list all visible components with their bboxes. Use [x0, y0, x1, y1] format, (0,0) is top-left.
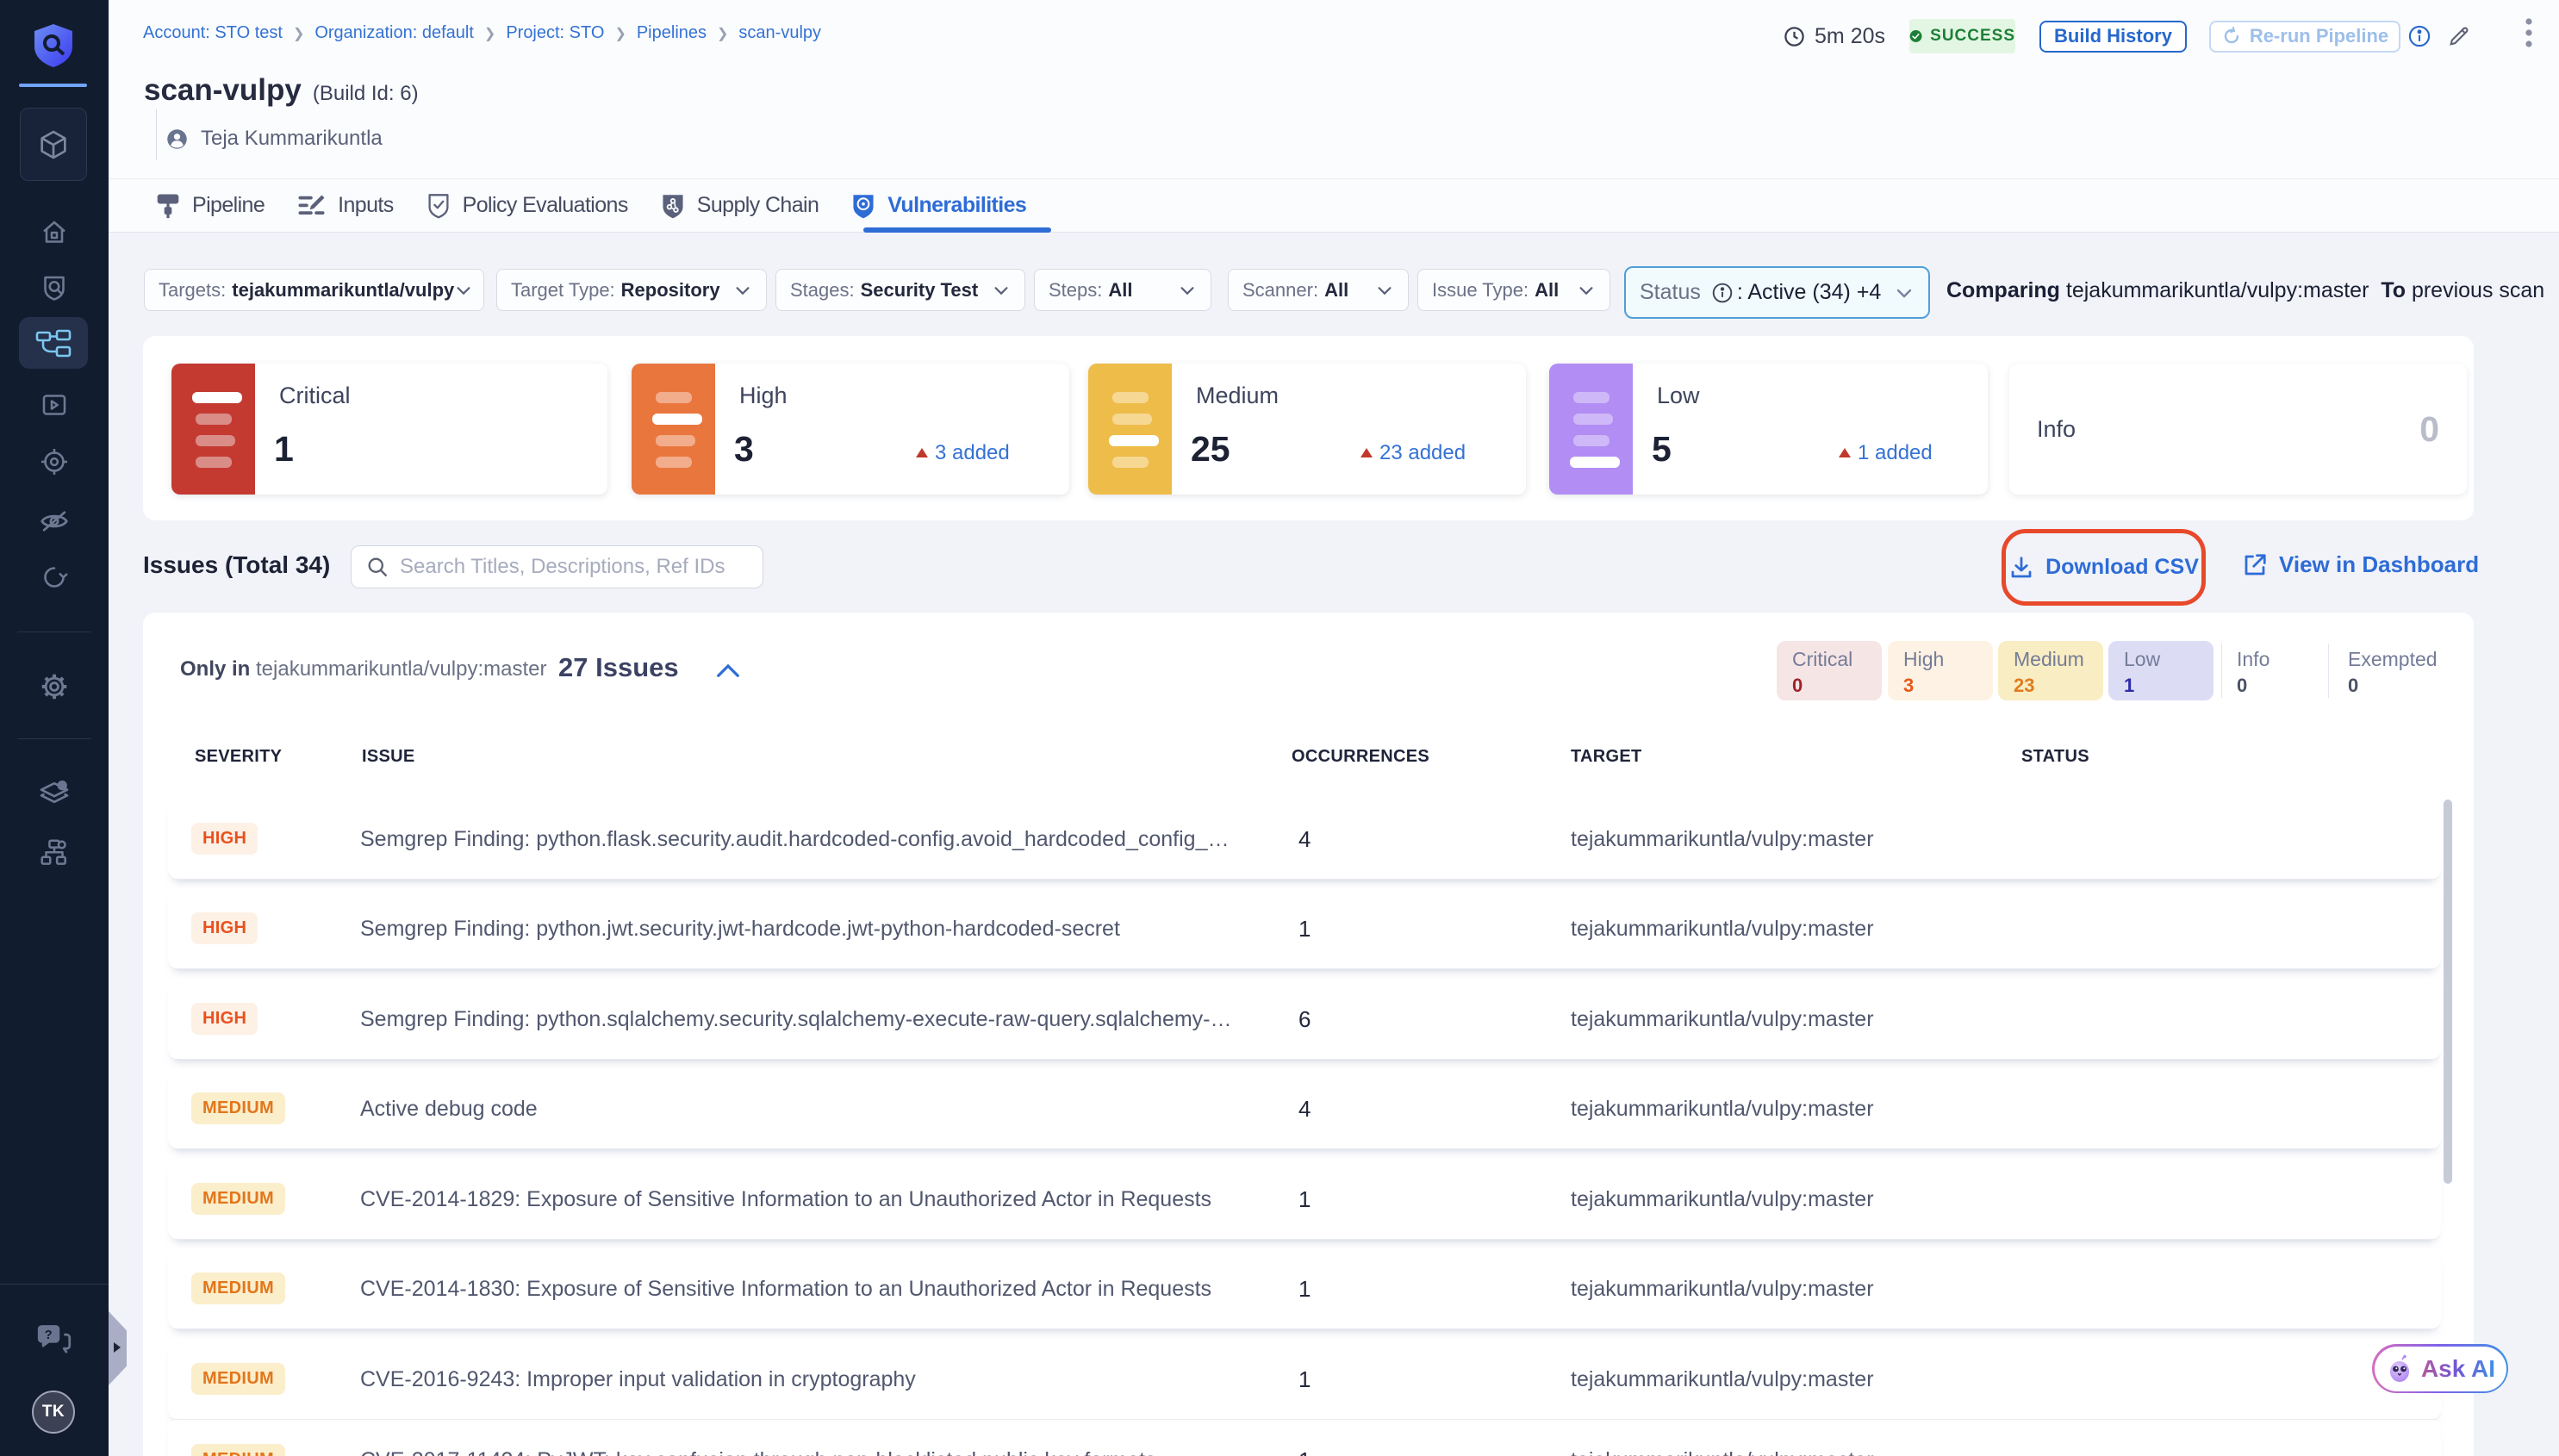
svg-text:?: ? — [45, 1328, 53, 1342]
